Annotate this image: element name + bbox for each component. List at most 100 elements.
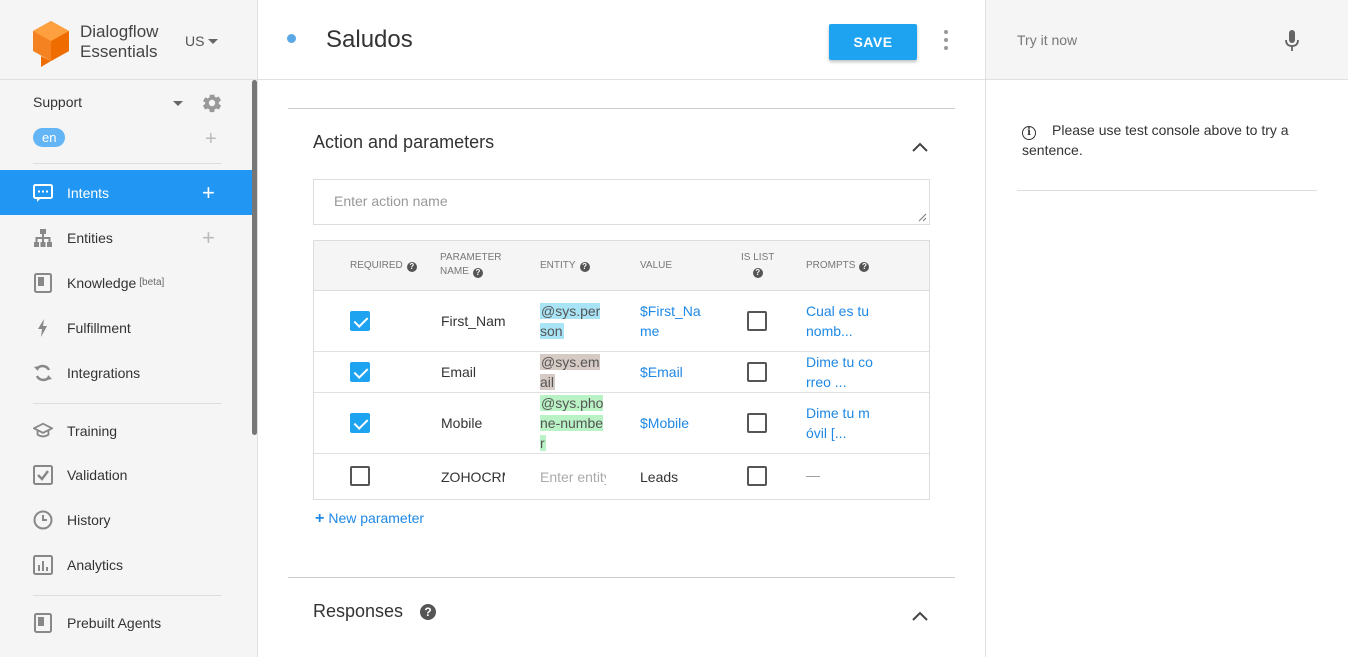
agent-name: Support: [33, 94, 83, 110]
col-entity-label: ENTITY: [540, 260, 576, 271]
sidebar-item-label: Knowledge: [67, 274, 137, 291]
parameter-entity[interactable]: @sys.person: [540, 301, 606, 341]
parameter-value[interactable]: $Mobile: [640, 413, 706, 433]
new-parameter-link[interactable]: + New parameter: [315, 510, 424, 528]
parameter-name[interactable]: First_Name: [441, 311, 505, 331]
more-options-icon[interactable]: [942, 30, 950, 50]
sidebar-item-validation[interactable]: Validation: [0, 452, 252, 497]
parameters-table-header: REQUIRED? PARAMETER NAME? ENTITY? VALUE I…: [314, 241, 929, 291]
is-list-checkbox[interactable]: [747, 362, 767, 382]
region-label: US: [185, 33, 205, 49]
action-name-input[interactable]: Enter action name: [313, 179, 930, 225]
sidebar-item-prebuilt-agents[interactable]: Prebuilt Agents: [0, 600, 252, 645]
required-checkbox[interactable]: [350, 311, 370, 331]
parameter-value[interactable]: $Email: [640, 362, 706, 382]
brand-line-2: Essentials: [80, 42, 158, 61]
sidebar-item-history[interactable]: History: [0, 497, 252, 542]
entity-input-placeholder[interactable]: Enter entity: [540, 467, 606, 487]
sidebar-scrollbar[interactable]: [252, 80, 257, 435]
region-selector[interactable]: US: [185, 33, 219, 49]
new-parameter-label: New parameter: [328, 510, 425, 526]
col-required: REQUIRED?: [350, 259, 417, 273]
required-checkbox[interactable]: [350, 413, 370, 433]
help-icon[interactable]: ?: [420, 604, 437, 620]
integrations-sync-icon: [33, 363, 53, 383]
resize-handle-icon[interactable]: [918, 213, 927, 222]
language-pill[interactable]: en: [33, 128, 66, 147]
is-list-checkbox[interactable]: [747, 413, 767, 433]
save-button[interactable]: SAVE: [829, 24, 917, 60]
intent-title[interactable]: Saludos: [326, 26, 413, 54]
col-value: VALUE: [640, 259, 672, 273]
col-required-label: REQUIRED: [350, 260, 403, 271]
region-caret-icon: [208, 38, 219, 44]
responses-section-title[interactable]: Responses ?: [313, 601, 437, 622]
help-icon[interactable]: ?: [859, 262, 870, 272]
sidebar-item-label: History: [67, 511, 111, 528]
sidebar-item-fulfillment[interactable]: Fulfillment: [0, 305, 252, 350]
sidebar-item-knowledge[interactable]: Knowledge [beta]: [0, 260, 252, 305]
parameter-entity[interactable]: @sys.phone-number: [540, 393, 606, 453]
parameter-prompts[interactable]: Cual es tu nomb...: [806, 301, 876, 341]
parameter-value[interactable]: $First_Name: [640, 301, 706, 341]
intent-priority-dot[interactable]: [287, 34, 296, 43]
sidebar-divider: [33, 163, 222, 164]
agent-caret-icon[interactable]: [173, 101, 183, 106]
sidebar-item-training[interactable]: Training: [0, 408, 252, 453]
brand-header: Dialogflow Essentials US: [0, 0, 257, 80]
is-list-checkbox[interactable]: [747, 311, 767, 331]
parameter-row[interactable]: ZOHOCRM Enter entity Leads —: [314, 454, 929, 500]
try-it-now-bar[interactable]: Try it now: [986, 0, 1348, 80]
required-checkbox[interactable]: [350, 466, 370, 486]
sidebar-item-label: Validation: [67, 466, 128, 483]
sidebar-divider: [33, 403, 222, 404]
sidebar-item-entities[interactable]: Entities +: [0, 215, 252, 260]
sidebar-item-integrations[interactable]: Integrations: [0, 350, 252, 395]
parameter-row[interactable]: First_Name @sys.person $First_Name Cual …: [314, 291, 929, 352]
parameter-name[interactable]: Email: [441, 362, 505, 382]
microphone-icon[interactable]: [1284, 29, 1300, 53]
sidebar-item-analytics[interactable]: Analytics: [0, 542, 252, 587]
action-section-title[interactable]: Action and parameters: [313, 132, 494, 153]
parameter-prompts[interactable]: —: [806, 465, 876, 485]
collapse-chevron-icon[interactable]: [912, 142, 928, 152]
parameter-name[interactable]: Mobile: [441, 413, 505, 433]
add-intent-icon[interactable]: +: [202, 181, 215, 203]
intent-editor: Action and parameters Enter action name …: [258, 80, 985, 657]
parameter-name[interactable]: ZOHOCRM: [441, 467, 505, 487]
sidebar-item-label: Integrations: [67, 364, 141, 381]
parameter-entity[interactable]: @sys.email: [540, 352, 606, 392]
dialogflow-logo[interactable]: [31, 19, 71, 67]
col-parameter-label-2: NAME: [440, 266, 469, 277]
col-is-list: IS LIST?: [741, 251, 774, 279]
try-it-now-input[interactable]: Try it now: [1017, 32, 1077, 48]
action-name-placeholder: Enter action name: [334, 193, 448, 209]
language-row: en +: [33, 128, 225, 150]
info-icon: i: [1022, 126, 1036, 140]
add-language-icon[interactable]: +: [205, 129, 217, 149]
help-icon[interactable]: ?: [472, 268, 483, 278]
agent-selector[interactable]: Support: [33, 93, 225, 113]
parameter-prompts[interactable]: Dime tu móvil [...: [806, 403, 876, 443]
col-prompts-label: PROMPTS: [806, 260, 856, 271]
help-icon[interactable]: ?: [579, 262, 590, 272]
required-checkbox[interactable]: [350, 362, 370, 382]
parameter-value[interactable]: Leads: [640, 467, 706, 487]
sidebar-item-label: Intents: [67, 184, 110, 201]
prebuilt-agents-icon: [33, 612, 53, 633]
parameter-prompts[interactable]: Dime tu correo ...: [806, 352, 876, 392]
add-entity-icon[interactable]: +: [202, 226, 215, 248]
settings-gear-icon[interactable]: [201, 92, 223, 114]
sidebar-item-intents[interactable]: Intents +: [0, 170, 252, 215]
collapse-chevron-icon[interactable]: [912, 611, 928, 621]
help-icon[interactable]: ?: [406, 262, 417, 272]
parameter-row[interactable]: Email @sys.email $Email Dime tu correo .…: [314, 352, 929, 393]
sidebar-item-label: Training: [67, 422, 118, 439]
parameter-row[interactable]: Mobile @sys.phone-number $Mobile Dime tu…: [314, 393, 929, 454]
help-icon[interactable]: ?: [752, 268, 763, 278]
entity-chip: @sys.email: [540, 354, 600, 390]
is-list-checkbox[interactable]: [747, 466, 767, 486]
section-divider: [288, 108, 955, 109]
knowledge-book-icon: [33, 272, 53, 293]
brand-line-1: Dialogflow: [80, 22, 159, 41]
